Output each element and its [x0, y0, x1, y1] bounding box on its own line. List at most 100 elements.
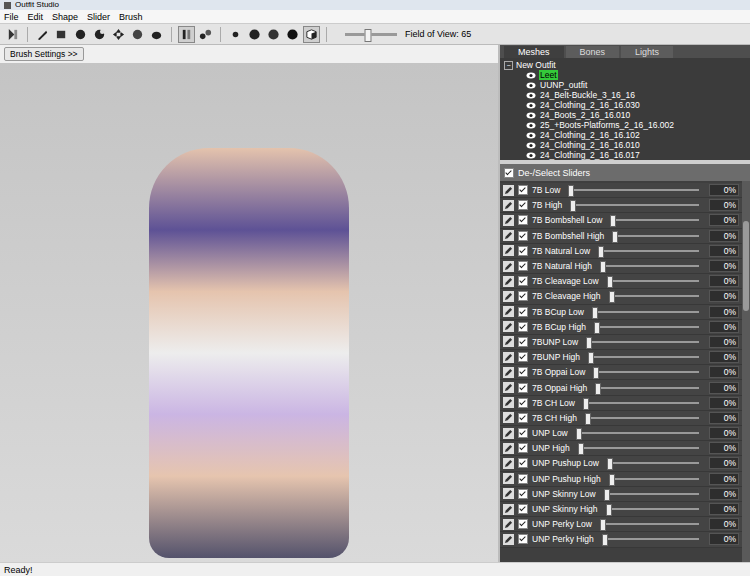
slider-thumb[interactable]: [583, 398, 589, 410]
brush-settings-button[interactable]: Brush Settings >>: [4, 47, 84, 61]
slider-track[interactable]: [588, 356, 699, 358]
slider-thumb[interactable]: [600, 261, 606, 273]
slider-thumb[interactable]: [568, 185, 574, 197]
slider-value[interactable]: 0%: [709, 427, 739, 439]
slider-thumb[interactable]: [585, 413, 591, 425]
slider-checkbox[interactable]: [518, 215, 528, 225]
slider-value[interactable]: 0%: [709, 473, 739, 485]
eye-icon[interactable]: [526, 92, 536, 99]
slider-track[interactable]: [570, 204, 699, 206]
mesh-item[interactable]: UUNP_outfit: [504, 80, 746, 90]
mesh-item[interactable]: 24_Boots_2_16_16.010: [504, 110, 746, 120]
slider-thumb[interactable]: [576, 428, 582, 440]
slider-thumb[interactable]: [592, 307, 598, 319]
eye-icon[interactable]: [526, 142, 536, 149]
slider-value[interactable]: 0%: [709, 457, 739, 469]
edit-button[interactable]: [503, 504, 514, 515]
slider-checkbox[interactable]: [518, 383, 528, 393]
slider-checkbox[interactable]: [518, 322, 528, 332]
slider-checkbox[interactable]: [518, 246, 528, 256]
slider-track[interactable]: [600, 523, 699, 525]
slider-value[interactable]: 0%: [709, 199, 739, 211]
mesh-item[interactable]: 24_Clothing_2_16_16.010: [504, 140, 746, 150]
slider-thumb[interactable]: [598, 246, 604, 258]
slider-track[interactable]: [576, 432, 699, 434]
tool-button[interactable]: [110, 26, 127, 43]
slider-checkbox[interactable]: [518, 413, 528, 423]
slider-value[interactable]: 0%: [709, 488, 739, 500]
slider-thumb[interactable]: [612, 231, 618, 243]
slider-thumb[interactable]: [610, 215, 616, 227]
tool-button[interactable]: [265, 26, 282, 43]
tab[interactable]: Lights: [621, 46, 673, 58]
slider-value[interactable]: 0%: [709, 230, 739, 242]
tool-button[interactable]: [34, 26, 51, 43]
slider-thumb[interactable]: [600, 519, 606, 531]
slider-thumb[interactable]: [609, 291, 615, 303]
tab[interactable]: Bones: [566, 46, 620, 58]
slider-thumb[interactable]: [588, 352, 594, 364]
eye-icon[interactable]: [526, 102, 536, 109]
select-all-checkbox[interactable]: [504, 168, 514, 178]
slider-thumb[interactable]: [578, 443, 584, 455]
slider-thumb[interactable]: [604, 489, 610, 501]
edit-button[interactable]: [503, 306, 514, 317]
slider-checkbox[interactable]: [518, 276, 528, 286]
menu-item[interactable]: File: [4, 11, 19, 23]
edit-button[interactable]: [503, 428, 514, 439]
tool-button[interactable]: [246, 26, 263, 43]
edit-button[interactable]: [503, 276, 514, 287]
edit-button[interactable]: [503, 382, 514, 393]
slider-checkbox[interactable]: [518, 367, 528, 377]
scrollbar[interactable]: [742, 181, 750, 562]
slider-checkbox[interactable]: [518, 231, 528, 241]
edit-button[interactable]: [503, 488, 514, 499]
edit-button[interactable]: [503, 458, 514, 469]
slider-checkbox[interactable]: [518, 443, 528, 453]
eye-icon[interactable]: [526, 132, 536, 139]
slider-checkbox[interactable]: [518, 398, 528, 408]
slider-track[interactable]: [600, 265, 699, 267]
edit-button[interactable]: [503, 443, 514, 454]
eye-icon[interactable]: [526, 72, 536, 79]
mesh-item[interactable]: Leet: [504, 70, 746, 80]
slider-value[interactable]: 0%: [709, 275, 739, 287]
slider-value[interactable]: 0%: [709, 245, 739, 257]
edit-button[interactable]: [503, 215, 514, 226]
edit-button[interactable]: [503, 397, 514, 408]
slider-track[interactable]: [610, 219, 699, 221]
tool-button[interactable]: [129, 26, 146, 43]
edit-button[interactable]: [503, 291, 514, 302]
slider-value[interactable]: 0%: [709, 260, 739, 272]
mesh-item[interactable]: 25_+Boots-Platforms_2_16_16.002: [504, 120, 746, 130]
slider-value[interactable]: 0%: [709, 351, 739, 363]
tool-button[interactable]: [91, 26, 108, 43]
eye-icon[interactable]: [526, 112, 536, 119]
slider-value[interactable]: 0%: [709, 321, 739, 333]
slider-track[interactable]: [609, 478, 699, 480]
edit-button[interactable]: [503, 352, 514, 363]
slider-track[interactable]: [598, 250, 699, 252]
tool-button[interactable]: [72, 26, 89, 43]
tool-button[interactable]: [148, 26, 165, 43]
tool-button[interactable]: [303, 26, 320, 43]
slider-value[interactable]: 0%: [709, 306, 739, 318]
slider-checkbox[interactable]: [518, 185, 528, 195]
edit-button[interactable]: [503, 412, 514, 423]
slider-value[interactable]: 0%: [709, 336, 739, 348]
tab[interactable]: Meshes: [504, 46, 564, 58]
slider-value[interactable]: 0%: [709, 214, 739, 226]
menu-item[interactable]: Shape: [52, 11, 78, 23]
slider-checkbox[interactable]: [518, 261, 528, 271]
slider-track[interactable]: [609, 295, 699, 297]
slider-track[interactable]: [583, 402, 699, 404]
slider-value[interactable]: 0%: [709, 533, 739, 545]
slider-checkbox[interactable]: [518, 458, 528, 468]
expander-icon[interactable]: −: [504, 61, 513, 70]
edit-button[interactable]: [503, 534, 514, 545]
slider-track[interactable]: [593, 371, 699, 373]
slider-checkbox[interactable]: [518, 352, 528, 362]
slider-track[interactable]: [606, 508, 699, 510]
slider-thumb[interactable]: [586, 337, 592, 349]
slider-thumb[interactable]: [593, 367, 599, 379]
